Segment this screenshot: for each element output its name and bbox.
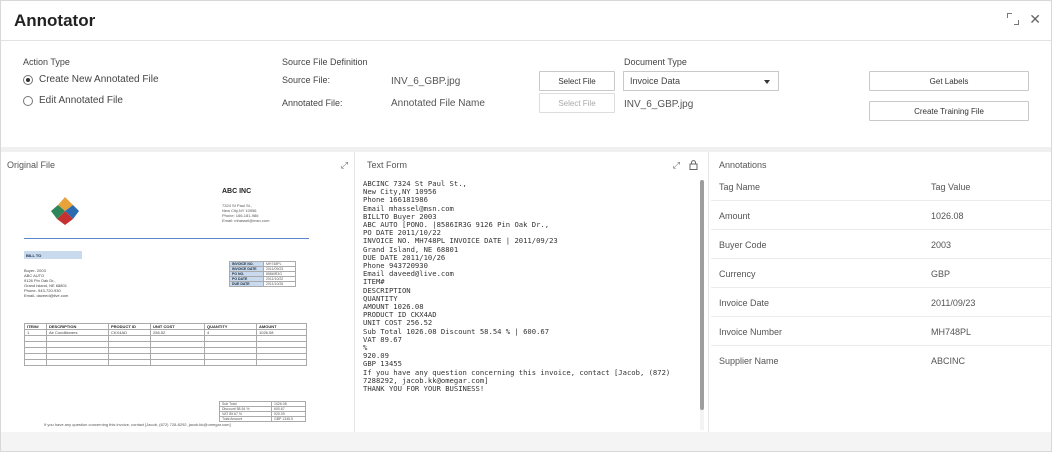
create-training-file-button[interactable]: Create Training File <box>869 101 1029 121</box>
table-row <box>24 359 307 366</box>
bill-to-heading: BILL TO <box>24 251 82 259</box>
table-row[interactable]: Invoice Number MH748PL <box>711 316 1051 345</box>
table-row[interactable]: Currency GBP <box>711 258 1051 287</box>
table-row: DUE DATE 2011/10/26 <box>229 281 296 287</box>
expand-icon[interactable]: ⤢ <box>673 160 680 171</box>
column-header-tag-value: Tag Value <box>931 182 971 192</box>
title-bar: Annotator ✕ <box>1 1 1051 41</box>
invoice-info-table: INVOICE NO. MH748PL INVOICE DATE 2011/09/2… <box>229 261 296 287</box>
table-header-row: ITEM# DESCRIPTION PRODUCT ID UNIT COST Q… <box>24 323 307 330</box>
panel-title: Annotations <box>719 160 767 170</box>
expand-icon[interactable] <box>1007 13 1020 25</box>
tag-value: 1026.08 <box>931 211 964 221</box>
scrollbar-thumb[interactable] <box>700 180 704 410</box>
tag-name: Currency <box>719 269 756 279</box>
panel-header: Text Form ⤢ <box>357 152 708 176</box>
table-cell: 2011/10/26 <box>263 281 296 287</box>
table-row: Total Amount GBP 1345.5 <box>219 416 306 422</box>
document-type-value: Invoice Data <box>630 76 681 86</box>
tag-value: GBP <box>931 269 951 279</box>
original-file-panel: Original File ⤢ ABC INC 7324 St Paul St.… <box>1 152 355 432</box>
panel-header: Original File ⤢ <box>1 152 354 176</box>
annotated-file-label: Annotated File: <box>282 98 343 108</box>
radio-edit-existing[interactable]: Edit Annotated File <box>23 95 123 106</box>
table-row[interactable]: Invoice Date 2011/09/23 <box>711 287 1051 316</box>
bottom-bar <box>1 432 1051 451</box>
tag-name: Buyer Code <box>719 240 767 250</box>
table-row[interactable]: Amount 1026.08 <box>711 200 1051 229</box>
table-cell: GBP 1345.5 <box>271 416 306 422</box>
window-title: Annotator <box>14 11 96 30</box>
close-icon[interactable]: ✕ <box>1029 12 1041 26</box>
scrollbar[interactable] <box>700 180 704 430</box>
tag-value: 2011/09/23 <box>931 298 976 308</box>
divider <box>24 238 309 239</box>
text-form-panel: Text Form ⤢ ABCINC 7324 St Paul St., New… <box>357 152 709 432</box>
action-type-label: Action Type <box>23 57 70 67</box>
panel-title: Original File <box>7 160 56 170</box>
window-controls: ✕ <box>1007 12 1041 26</box>
tag-value: MH748PL <box>931 327 972 337</box>
table-row[interactable]: Buyer Code 2003 <box>711 229 1051 258</box>
tag-value: ABCINC <box>931 356 966 366</box>
lock-icon[interactable] <box>689 160 698 172</box>
table-cell: Total Amount <box>219 416 272 422</box>
tag-name: Amount <box>719 211 751 221</box>
column-header-tag-name: Tag Name <box>719 182 761 192</box>
annotator-window: Annotator ✕ Action Type Create New Annot… <box>0 0 1052 452</box>
text-form-content[interactable]: ABCINC 7324 St Paul St., New City,NY 109… <box>363 180 698 428</box>
annotator-form: Action Type Create New Annotated File Ed… <box>1 41 1051 147</box>
radio-create-new[interactable]: Create New Annotated File <box>23 74 159 85</box>
table-cell: DUE DATE <box>229 281 264 287</box>
chevron-down-icon <box>764 80 770 84</box>
document-file-value: INV_6_GBP.jpg <box>624 99 694 110</box>
document-type-select[interactable]: Invoice Data <box>623 71 779 91</box>
panel-header: Annotations <box>711 152 1051 176</box>
panel-title: Text Form <box>367 160 408 170</box>
tag-name: Invoice Date <box>719 298 770 308</box>
source-file-value: INV_6_GBP.jpg <box>391 76 461 87</box>
table-row[interactable]: Supplier Name ABCINC <box>711 345 1051 374</box>
items-table: ITEM# DESCRIPTION PRODUCT ID UNIT COST Q… <box>24 323 307 366</box>
source-file-label: Source File: <box>282 75 331 85</box>
company-address: 7324 St Paul St., New City,NY 10956 Phon… <box>222 203 270 223</box>
tag-value: 2003 <box>931 240 952 250</box>
select-annotated-file-button[interactable]: Select File <box>539 93 615 113</box>
company-name: ABC INC <box>222 188 252 195</box>
invoice-footer-note: If you have any question concerning this… <box>44 422 231 427</box>
totals-table: Sub Total 1026.08 Discount 58.54 % 600.67 … <box>219 401 306 422</box>
get-labels-button[interactable]: Get Labels <box>869 71 1029 91</box>
document-type-label: Document Type <box>624 57 687 67</box>
radio-button[interactable] <box>23 74 33 85</box>
puzzle-logo <box>51 197 79 225</box>
tag-name: Supplier Name <box>719 356 779 366</box>
annotated-file-name-input[interactable]: Annotated File Name <box>391 98 485 109</box>
tag-name: Invoice Number <box>719 327 783 337</box>
radio-label: Edit Annotated File <box>39 95 123 106</box>
expand-icon[interactable]: ⤢ <box>341 160 348 171</box>
select-source-file-button[interactable]: Select File <box>539 71 615 91</box>
buyer-info: Buyer- 2003 ABC AUTO 9126 Pin Oak Dr., G… <box>24 268 69 298</box>
radio-button[interactable] <box>23 95 33 106</box>
source-file-definition-label: Source File Definition <box>282 57 368 67</box>
radio-label: Create New Annotated File <box>39 74 159 85</box>
annotations-panel: Annotations Tag Name Tag Value Amount 10… <box>711 152 1051 432</box>
invoice-preview: ABC INC 7324 St Paul St., New City,NY 10… <box>19 178 331 428</box>
